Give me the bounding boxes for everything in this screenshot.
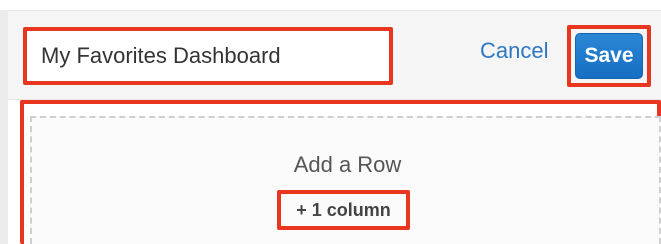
- cancel-link[interactable]: Cancel: [480, 38, 548, 64]
- left-edge-border: [0, 10, 8, 244]
- add-column-button[interactable]: + 1 column: [281, 194, 406, 226]
- dashboard-name-input[interactable]: [23, 27, 393, 85]
- add-row-label: Add a Row: [293, 152, 402, 177]
- save-button[interactable]: Save: [575, 33, 643, 79]
